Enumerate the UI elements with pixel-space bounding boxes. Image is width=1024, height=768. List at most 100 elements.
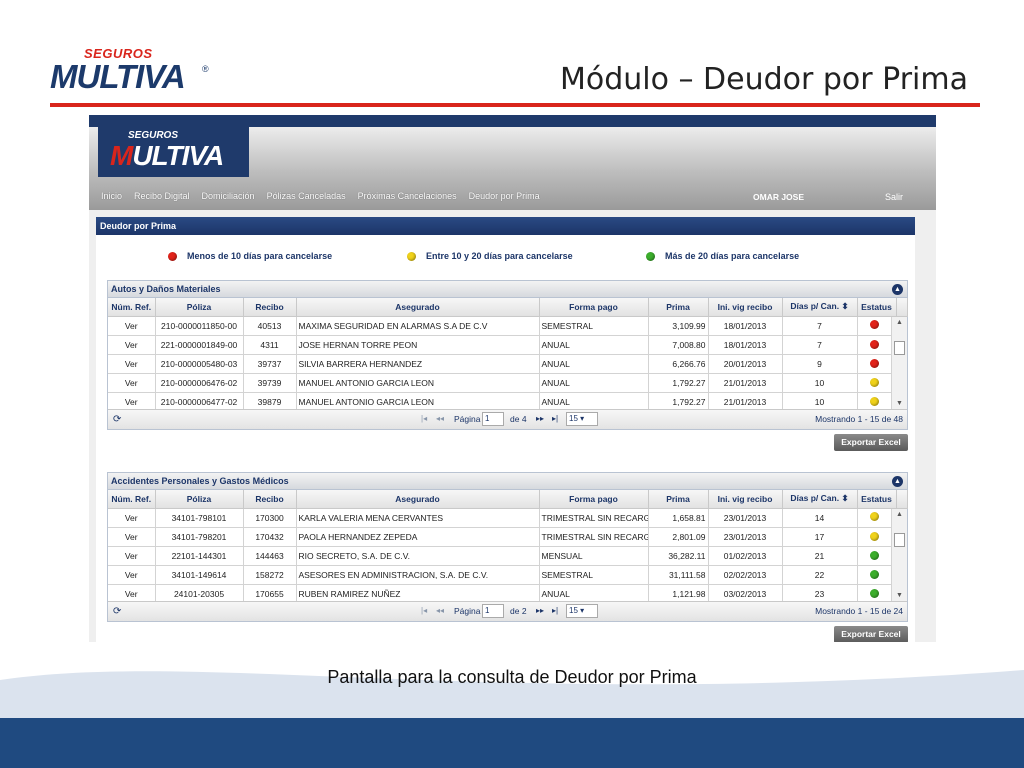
app-header: SEGUROS MULTIVA Inicio Recibo Digital Do… xyxy=(89,115,936,210)
scroll-down-icon[interactable]: ▼ xyxy=(896,592,903,599)
ver-link[interactable]: Ver xyxy=(108,546,156,566)
col-prima[interactable]: Prima xyxy=(648,490,709,509)
dias-cell: 10 xyxy=(782,392,858,409)
first-page-icon[interactable]: |◂ xyxy=(421,606,427,615)
forma-pago-cell: SEMESTRAL xyxy=(539,565,649,585)
collapse-icon[interactable]: ▲ xyxy=(892,476,903,487)
refresh-icon[interactable]: ⟳ xyxy=(113,606,121,617)
vertical-scrollbar[interactable]: ▲ ▼ xyxy=(891,316,907,409)
table-row[interactable]: Ver 210-0000005480-03 39737 SILVIA BARRERA … xyxy=(108,354,892,374)
ver-link[interactable]: Ver xyxy=(108,316,156,336)
page-count: de 2 xyxy=(510,605,527,616)
col-ini-vig[interactable]: Ini. vig recibo xyxy=(708,298,783,317)
recibo-cell: 144463 xyxy=(243,546,297,566)
vertical-scrollbar[interactable]: ▲ ▼ xyxy=(891,508,907,601)
poliza-cell: 221-0000001849-00 xyxy=(155,335,244,355)
nav-deudor-por-prima[interactable]: Deudor por Prima xyxy=(469,191,540,201)
poliza-cell: 34101-798101 xyxy=(155,508,244,528)
table-row[interactable]: Ver 210-0000006477-02 39879 MANUEL ANTONIO … xyxy=(108,392,892,409)
scroll-thumb[interactable] xyxy=(894,340,905,355)
col-poliza[interactable]: Póliza xyxy=(155,298,244,317)
table-row[interactable]: Ver 22101-144301 144463 RIO SECRETO, S.A. D… xyxy=(108,546,892,566)
col-prima[interactable]: Prima xyxy=(648,298,709,317)
panel-title: Deudor por Prima xyxy=(96,217,915,235)
asegurado-cell: MANUEL ANTONIO GARCIA LEON xyxy=(296,373,540,393)
prima-cell: 36,282.11 xyxy=(648,546,709,566)
first-page-icon[interactable]: |◂ xyxy=(421,414,427,423)
poliza-cell: 210-0000005480-03 xyxy=(155,354,244,374)
sort-icon: ⬍ xyxy=(841,493,849,504)
page-label: Página xyxy=(454,605,481,616)
app-logo[interactable]: SEGUROS MULTIVA xyxy=(98,127,249,177)
table-row[interactable]: Ver 34101-798201 170432 PAOLA HERNANDEZ ZEP… xyxy=(108,527,892,547)
yellow-status-icon xyxy=(869,396,879,406)
page-input[interactable]: 1 xyxy=(482,603,504,618)
scroll-up-icon[interactable]: ▲ xyxy=(896,511,903,518)
col-dias[interactable]: Días p/ Can. ⬍ xyxy=(782,298,858,317)
table-row[interactable]: Ver 210-0000006476-02 39739 MANUEL ANTONIO … xyxy=(108,373,892,393)
col-recibo[interactable]: Recibo xyxy=(243,298,297,317)
legend-label-green: Más de 20 días para cancelarse xyxy=(665,251,800,261)
prev-page-icon[interactable]: ◂◂ xyxy=(436,414,444,423)
col-num-ref[interactable]: Núm. Ref. xyxy=(108,490,156,509)
col-estatus[interactable]: Estatus xyxy=(857,298,897,317)
scroll-thumb[interactable] xyxy=(894,532,905,547)
table-row[interactable]: Ver 34101-798101 170300 KARLA VALERIA MENA … xyxy=(108,508,892,528)
ver-link[interactable]: Ver xyxy=(108,527,156,547)
forma-pago-cell: ANUAL xyxy=(539,584,649,601)
ver-link[interactable]: Ver xyxy=(108,335,156,355)
ver-link[interactable]: Ver xyxy=(108,373,156,393)
grid-autos: Autos y Daños Materiales ▲ Núm. Ref. Pól… xyxy=(107,280,908,430)
nav-inicio[interactable]: Inicio xyxy=(101,191,122,201)
col-ini-vig[interactable]: Ini. vig recibo xyxy=(708,490,783,509)
dias-cell: 7 xyxy=(782,316,858,336)
col-forma-pago[interactable]: Forma pago xyxy=(539,298,649,317)
nav-proximas-cancelaciones[interactable]: Próximas Cancelaciones xyxy=(358,191,457,201)
col-poliza[interactable]: Póliza xyxy=(155,490,244,509)
col-asegurado[interactable]: Asegurado xyxy=(296,490,540,509)
page-size-select[interactable]: 15 ▾ xyxy=(566,603,598,618)
ver-link[interactable]: Ver xyxy=(108,392,156,409)
ver-link[interactable]: Ver xyxy=(108,354,156,374)
prima-cell: 6,266.76 xyxy=(648,354,709,374)
table-row[interactable]: Ver 24101-20305 170655 RUBEN RAMIREZ NUÑEZ A… xyxy=(108,584,892,601)
nav-polizas-canceladas[interactable]: Pólizas Canceladas xyxy=(267,191,346,201)
scroll-up-icon[interactable]: ▲ xyxy=(896,319,903,326)
refresh-icon[interactable]: ⟳ xyxy=(113,414,121,425)
forma-pago-cell: SEMESTRAL xyxy=(539,316,649,336)
last-page-icon[interactable]: ▸| xyxy=(552,606,558,615)
ver-link[interactable]: Ver xyxy=(108,565,156,585)
recibo-cell: 170300 xyxy=(243,508,297,528)
scroll-down-icon[interactable]: ▼ xyxy=(896,400,903,407)
ver-link[interactable]: Ver xyxy=(108,508,156,528)
nav-domiciliacion[interactable]: Domiciliación xyxy=(202,191,255,201)
col-forma-pago[interactable]: Forma pago xyxy=(539,490,649,509)
forma-pago-cell: ANUAL xyxy=(539,373,649,393)
dias-cell: 22 xyxy=(782,565,858,585)
footer-wave xyxy=(0,670,1024,768)
next-page-icon[interactable]: ▸▸ xyxy=(536,414,544,423)
col-estatus[interactable]: Estatus xyxy=(857,490,897,509)
poliza-cell: 34101-798201 xyxy=(155,527,244,547)
export-excel-button[interactable]: Exportar Excel xyxy=(834,434,908,451)
nav-recibo-digital[interactable]: Recibo Digital xyxy=(134,191,190,201)
col-recibo[interactable]: Recibo xyxy=(243,490,297,509)
logout-link[interactable]: Salir xyxy=(885,192,903,202)
page-input[interactable]: 1 xyxy=(482,411,504,426)
col-dias-label: Días p/ Can. xyxy=(790,301,840,312)
prima-cell: 31,111.58 xyxy=(648,565,709,585)
col-dias-label: Días p/ Can. xyxy=(790,493,840,504)
prima-cell: 1,121.98 xyxy=(648,584,709,601)
collapse-icon[interactable]: ▲ xyxy=(892,284,903,295)
col-dias[interactable]: Días p/ Can. ⬍ xyxy=(782,490,858,509)
page-size-select[interactable]: 15 ▾ xyxy=(566,411,598,426)
col-num-ref[interactable]: Núm. Ref. xyxy=(108,298,156,317)
last-page-icon[interactable]: ▸| xyxy=(552,414,558,423)
table-row[interactable]: Ver 221-0000001849-00 4311 JOSE HERNAN TORR… xyxy=(108,335,892,355)
col-asegurado[interactable]: Asegurado xyxy=(296,298,540,317)
ver-link[interactable]: Ver xyxy=(108,584,156,601)
next-page-icon[interactable]: ▸▸ xyxy=(536,606,544,615)
table-row[interactable]: Ver 210-0000011850-00 40513 MAXIMA SEGURIDA… xyxy=(108,316,892,336)
table-row[interactable]: Ver 34101-149614 158272 ASESORES EN ADMINIS… xyxy=(108,565,892,585)
prev-page-icon[interactable]: ◂◂ xyxy=(436,606,444,615)
